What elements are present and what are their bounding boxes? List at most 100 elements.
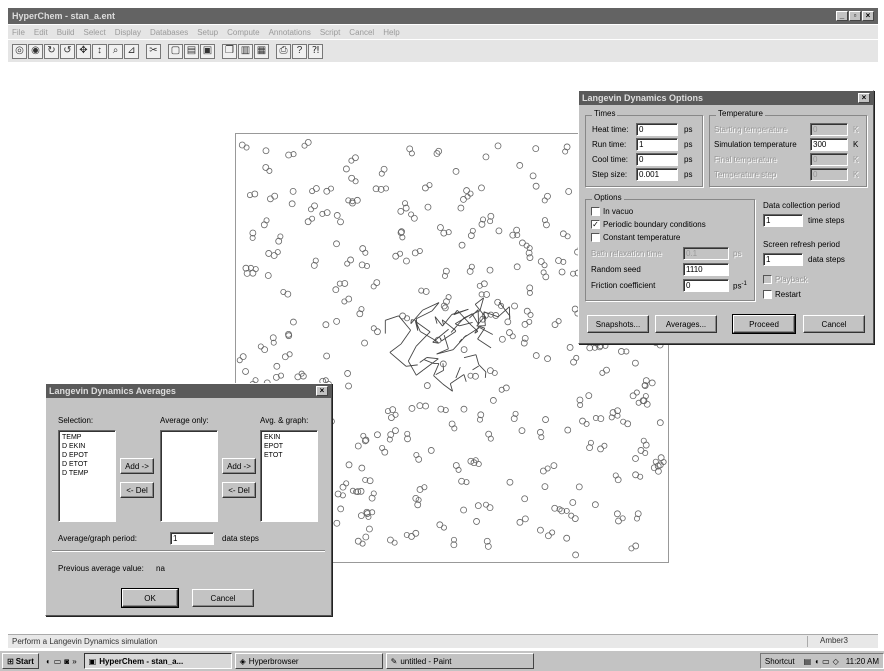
translate-xy-icon[interactable]: ✥	[76, 43, 91, 59]
tray-clock[interactable]: 11:20 AM	[846, 657, 879, 666]
display-icon[interactable]: ▦	[254, 43, 269, 59]
starting-temp-row: Starting temperature 0 K	[714, 123, 858, 136]
list-item[interactable]: TEMP	[62, 433, 112, 442]
desktop-icon[interactable]: ▭	[54, 657, 62, 666]
add-to-average-only-button[interactable]: Add ->	[120, 458, 154, 474]
quicklaunch-more-icon[interactable]: »	[72, 657, 76, 666]
cool-time-input[interactable]: 0	[636, 153, 678, 166]
average-only-list[interactable]	[160, 430, 218, 522]
simulation-temp-input[interactable]: 300	[810, 138, 848, 151]
task-hyperchem[interactable]: ▣ HyperChem - stan_a...	[83, 653, 232, 669]
water-molecule	[467, 227, 476, 239]
minimize-icon[interactable]: _	[836, 11, 848, 21]
open-file-icon[interactable]: ▤	[184, 43, 199, 59]
menu-build[interactable]: Build	[57, 28, 75, 37]
list-item[interactable]: D EKIN	[62, 442, 112, 451]
context-help-icon[interactable]: ⁈	[308, 43, 323, 59]
menu-setup[interactable]: Setup	[197, 28, 218, 37]
list-item[interactable]: D TEMP	[62, 469, 112, 478]
menu-select[interactable]: Select	[83, 28, 105, 37]
cancel-button[interactable]: Cancel	[192, 589, 254, 607]
outlook-icon[interactable]: ◙	[64, 657, 69, 666]
periodic-checkbox-row[interactable]: ✓ Periodic boundary conditions	[591, 220, 706, 229]
heat-time-input[interactable]: 0	[636, 123, 678, 136]
system-tray: Shortcut ▤ ◖ ▭ ◇ 11:20 AM	[759, 653, 884, 669]
del-from-graph-button[interactable]: <- Del	[222, 482, 256, 498]
screen-refresh-input[interactable]: 1	[763, 253, 803, 266]
restart-checkbox[interactable]	[763, 290, 772, 299]
water-molecule	[285, 151, 297, 159]
water-molecule	[559, 230, 571, 240]
water-molecule	[246, 190, 259, 199]
selection-list[interactable]: TEMP D EKIN D EPOT D ETOT D TEMP	[58, 430, 116, 522]
water-molecule	[618, 348, 630, 355]
averages-button[interactable]: Averages...	[655, 315, 717, 333]
rotate-z-icon[interactable]: ↺	[60, 43, 75, 59]
add-to-graph-button[interactable]: Add ->	[222, 458, 256, 474]
save-file-icon[interactable]: ▣	[200, 43, 215, 59]
restart-checkbox-row[interactable]: Restart	[763, 290, 801, 299]
periodic-checkbox[interactable]: ✓	[591, 220, 600, 229]
run-time-input[interactable]: 1	[636, 138, 678, 151]
menu-cancel[interactable]: Cancel	[349, 28, 374, 37]
select-tool-icon[interactable]: ◉	[28, 43, 43, 59]
menu-annotations[interactable]: Annotations	[269, 28, 311, 37]
water-molecule	[558, 507, 570, 515]
step-size-input[interactable]: 0.001	[636, 168, 678, 181]
list-item[interactable]: EKIN	[264, 433, 314, 442]
data-collection-input[interactable]: 1	[763, 214, 803, 227]
menu-file[interactable]: File	[12, 28, 25, 37]
period-input[interactable]: 1	[170, 532, 214, 545]
tray-network-icon[interactable]: ▤	[804, 657, 812, 666]
del-from-average-only-button[interactable]: <- Del	[120, 482, 154, 498]
menu-display[interactable]: Display	[115, 28, 141, 37]
menu-script[interactable]: Script	[320, 28, 340, 37]
tray-monitor-icon[interactable]: ▭	[822, 657, 830, 666]
paste-icon[interactable]: ▥	[238, 43, 253, 59]
water-molecule	[536, 428, 545, 441]
task-paint[interactable]: ✎ untitled - Paint	[385, 653, 534, 669]
constant-temp-checkbox[interactable]	[591, 233, 600, 242]
start-button[interactable]: ⊞ Start	[2, 653, 39, 669]
previous-average-label: Previous average value:	[58, 564, 144, 573]
water-molecule	[294, 370, 305, 381]
close-icon[interactable]: ×	[858, 93, 870, 103]
help-icon[interactable]: ?	[292, 43, 307, 59]
rotate-xy-icon[interactable]: ↻	[44, 43, 59, 59]
proceed-button[interactable]: Proceed	[732, 314, 796, 334]
water-molecule	[564, 426, 572, 434]
close-icon[interactable]: ×	[862, 11, 874, 21]
menu-compute[interactable]: Compute	[227, 28, 259, 37]
translate-z-icon[interactable]: ↕	[92, 43, 107, 59]
list-item[interactable]: EPOT	[264, 442, 314, 451]
data-collection-label: Data collection period	[763, 201, 840, 210]
ok-button[interactable]: OK	[121, 588, 179, 608]
in-vacuo-checkbox[interactable]	[591, 207, 600, 216]
clip-icon[interactable]: ⊿	[124, 43, 139, 59]
menu-help[interactable]: Help	[383, 28, 399, 37]
task-hyperbrowser[interactable]: ◈ Hyperbrowser	[234, 653, 383, 669]
list-item[interactable]: D EPOT	[62, 451, 112, 460]
draw-tool-icon[interactable]: ◎	[12, 43, 27, 59]
cut-icon[interactable]: ✂	[146, 43, 161, 59]
snapshots-button[interactable]: Snapshots...	[587, 315, 649, 333]
random-seed-input[interactable]: 1110	[683, 263, 729, 276]
menu-edit[interactable]: Edit	[34, 28, 48, 37]
tray-app-icon[interactable]: ◇	[833, 657, 839, 666]
friction-input[interactable]: 0	[683, 279, 729, 292]
list-item[interactable]: ETOT	[264, 451, 314, 460]
in-vacuo-checkbox-row[interactable]: In vacuo	[591, 207, 633, 216]
cancel-button[interactable]: Cancel	[803, 315, 865, 333]
avg-graph-list[interactable]: EKIN EPOT ETOT	[260, 430, 318, 522]
ie-icon[interactable]: ◐	[46, 657, 51, 666]
tray-volume-icon[interactable]: ◖	[814, 657, 819, 666]
close-icon[interactable]: ×	[316, 386, 328, 396]
copy-icon[interactable]: ❐	[222, 43, 237, 59]
new-file-icon[interactable]: ▢	[168, 43, 183, 59]
menu-databases[interactable]: Databases	[150, 28, 188, 37]
constant-temp-checkbox-row[interactable]: Constant temperature	[591, 233, 680, 242]
maximize-icon[interactable]: ▫	[849, 11, 861, 21]
zoom-icon[interactable]: ⌕	[108, 43, 123, 59]
list-item[interactable]: D ETOT	[62, 460, 112, 469]
print-icon[interactable]: ⎙	[276, 43, 291, 59]
